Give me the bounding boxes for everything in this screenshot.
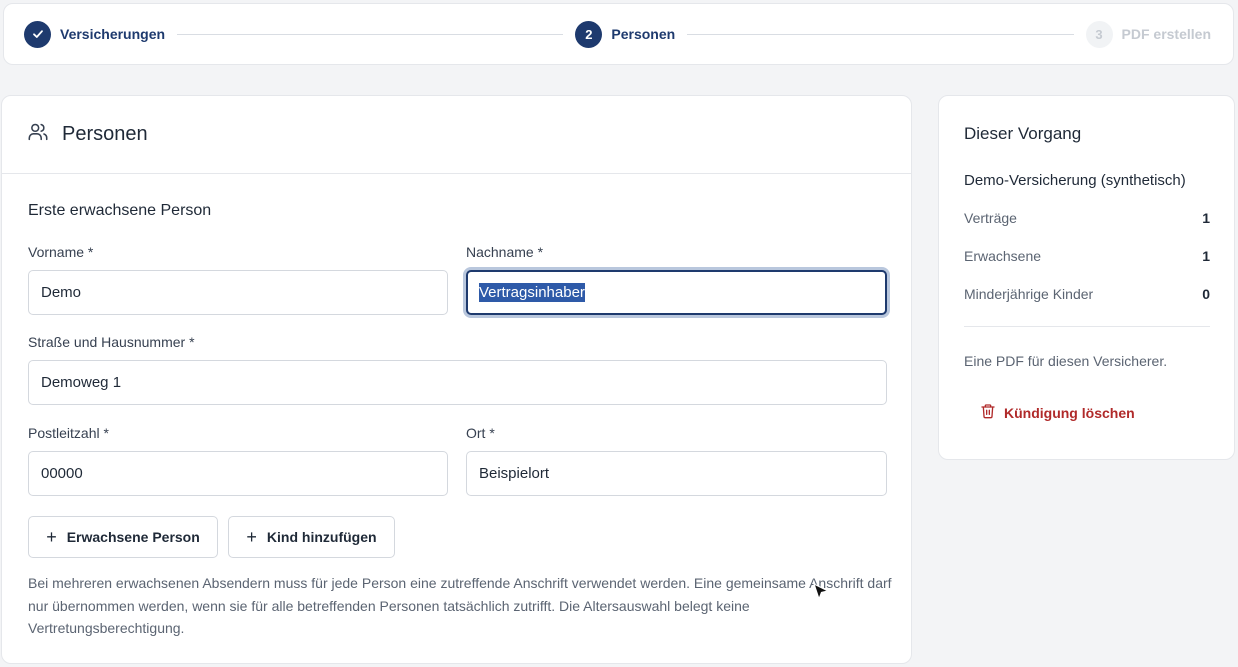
strasse-label: Straße und Hausnummer * — [28, 334, 195, 350]
plus-icon: + — [246, 527, 257, 547]
add-adult-label: Erwachsene Person — [66, 529, 200, 545]
delete-label: Kündigung löschen — [1004, 404, 1135, 421]
plz-value: 00000 — [41, 465, 83, 482]
stat-label: Minderjährige Kinder — [964, 286, 1094, 302]
add-adult-button[interactable]: + Erwachsene Person — [28, 516, 218, 558]
address-hint: Bei mehreren erwachsenen Absendern muss … — [28, 575, 892, 636]
stat-value: 1 — [1202, 210, 1210, 226]
step-connector — [177, 33, 564, 35]
card-header: Personen — [2, 96, 911, 174]
step-number: 3 — [1085, 20, 1113, 48]
step-label: Versicherungen — [60, 26, 166, 42]
vorname-value: Demo — [41, 284, 82, 301]
vorname-input[interactable]: Demo — [28, 270, 448, 315]
step-connector — [687, 33, 1074, 35]
add-child-label: Kind hinzufügen — [266, 529, 377, 545]
stat-row-vertraege: Verträge 1 — [964, 210, 1210, 226]
mouse-cursor-icon — [812, 582, 830, 607]
add-child-button[interactable]: + Kind hinzufügen — [228, 516, 395, 558]
stat-row-kinder: Minderjährige Kinder 0 — [964, 286, 1210, 302]
plus-icon: + — [46, 527, 57, 547]
step-versicherungen[interactable]: Versicherungen — [24, 20, 166, 48]
summary-card: Dieser Vorgang Demo-Versicherung (synthe… — [938, 95, 1235, 460]
plz-input[interactable]: 00000 — [28, 451, 448, 496]
nachname-label: Nachname * — [466, 244, 544, 260]
plz-label: Postleitzahl * — [28, 425, 109, 441]
summary-title: Dieser Vorgang — [964, 124, 1082, 143]
delete-button[interactable]: Kündigung löschen — [980, 403, 1135, 422]
step-pdf-erstellen: 3 PDF erstellen — [1085, 20, 1211, 48]
stat-label: Erwachsene — [964, 248, 1042, 264]
step-label: Personen — [611, 26, 676, 42]
stat-value: 0 — [1202, 286, 1210, 302]
progress-stepper: Versicherungen 2 Personen 3 PDF erstelle… — [3, 3, 1234, 65]
section-title: Erste erwachsene Person — [28, 202, 212, 219]
insurer-name: Demo-Versicherung (synthetisch) — [964, 172, 1186, 189]
stat-row-erwachsene: Erwachsene 1 — [964, 248, 1210, 264]
divider — [964, 326, 1210, 327]
page-title: Personen — [62, 123, 148, 145]
check-icon — [24, 20, 51, 48]
strasse-input[interactable]: Demoweg 1 — [28, 360, 887, 405]
stat-value: 1 — [1202, 248, 1210, 264]
step-personen[interactable]: 2 Personen — [575, 20, 676, 48]
trash-icon — [980, 403, 996, 422]
personen-card: Personen Erste erwachsene Person Vorname… — [1, 95, 912, 664]
pdf-note: Eine PDF für diesen Versicherer. — [964, 353, 1168, 369]
vorname-label: Vorname * — [28, 244, 94, 260]
strasse-value: Demoweg 1 — [41, 374, 122, 391]
ort-input[interactable]: Beispielort — [466, 451, 887, 496]
step-number: 2 — [575, 20, 603, 48]
users-icon — [27, 121, 49, 148]
stat-label: Verträge — [964, 210, 1017, 226]
nachname-value: Vertragsinhaber — [479, 283, 585, 302]
step-label: PDF erstellen — [1121, 26, 1211, 42]
nachname-input[interactable]: Vertragsinhaber — [466, 270, 887, 315]
ort-value: Beispielort — [479, 465, 550, 482]
ort-label: Ort * — [466, 425, 495, 441]
